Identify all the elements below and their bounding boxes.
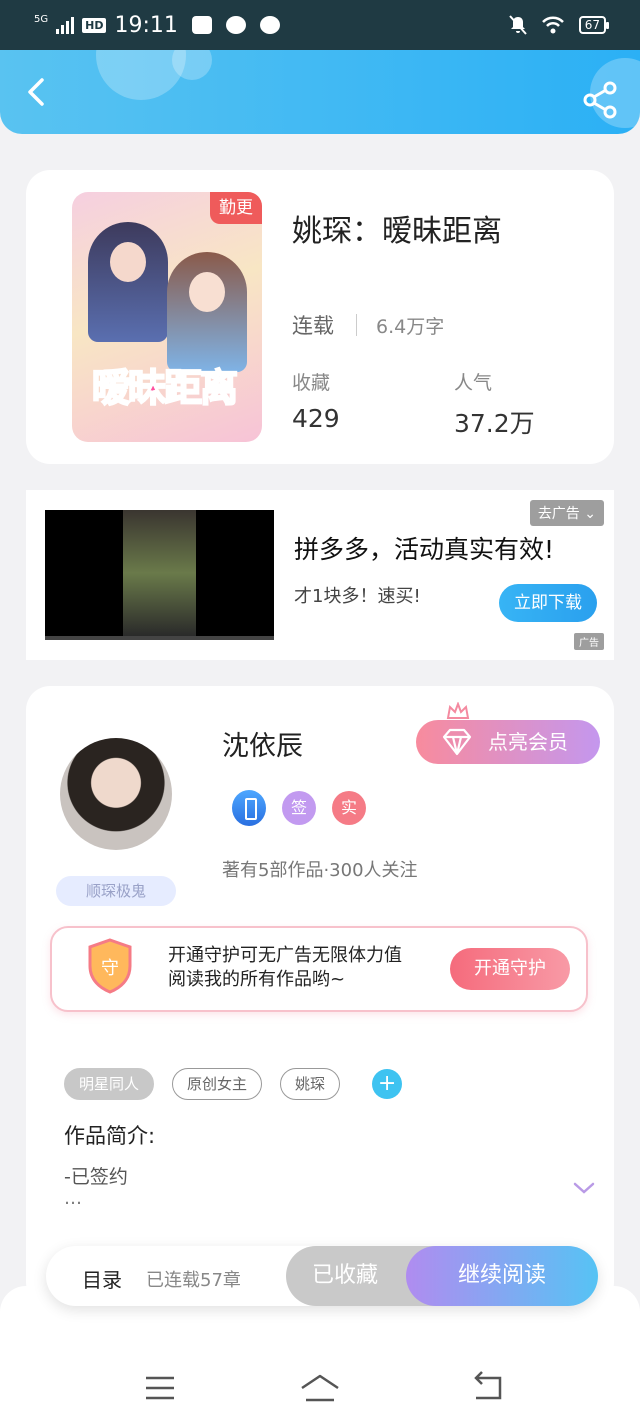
back-icon[interactable] bbox=[18, 72, 58, 112]
remove-ad-label: 去广告 bbox=[537, 506, 580, 522]
book-cover[interactable]: 暧昧距离 bbox=[72, 192, 262, 442]
crown-icon bbox=[446, 702, 470, 719]
ad-subtitle: 才1块多！速买! bbox=[294, 586, 421, 607]
vip-button[interactable]: 点亮会员 bbox=[416, 720, 600, 764]
diamond-icon bbox=[442, 728, 472, 756]
word-count: 6.4万字 bbox=[376, 316, 445, 338]
author-stats: 著有5部作品·300人关注 bbox=[222, 860, 418, 881]
signal-icon bbox=[56, 16, 75, 34]
tag-item[interactable]: 明星同人 bbox=[64, 1068, 155, 1100]
ad-mark: 广告 bbox=[574, 633, 604, 650]
home-icon[interactable] bbox=[298, 1368, 342, 1408]
guard-text-line1: 开通守护可无广告无限体力值 bbox=[168, 945, 402, 966]
clock: 19:11 bbox=[114, 12, 178, 38]
message-icon bbox=[225, 16, 246, 34]
add-tag-button[interactable]: + bbox=[372, 1069, 403, 1099]
favorites-value: 429 bbox=[292, 404, 340, 433]
tag-item[interactable]: 原创女主 bbox=[172, 1068, 263, 1100]
popularity-label: 人气 bbox=[454, 372, 493, 394]
divider bbox=[356, 314, 357, 336]
header-bar bbox=[0, 50, 640, 134]
cover-face bbox=[110, 242, 146, 282]
cover-figure-male bbox=[88, 222, 168, 342]
share-icon[interactable] bbox=[580, 80, 620, 120]
fan-badge: 顺琛极鬼 bbox=[56, 876, 176, 906]
action-bar: 目录 已连载57章 已收藏 继续阅读 bbox=[46, 1246, 598, 1306]
ad-download-button[interactable]: 立即下载 bbox=[499, 584, 597, 622]
status-bar: 5G HD 19:11 67 bbox=[0, 0, 640, 50]
mail-icon bbox=[191, 16, 212, 34]
ad-mark-label: 广告 bbox=[579, 638, 599, 649]
ad-banner[interactable]: 去广告 ⌄ 拼多多，活动真实有效! 才1块多！速买! 立即下载 广告 bbox=[26, 490, 614, 660]
tag-item[interactable]: 姚琛 bbox=[280, 1068, 341, 1100]
author-card: 顺琛极鬼 沈依辰 点亮会员 签 实 著有5部作品·300人关注 守 开通守护可无… bbox=[26, 686, 614, 1306]
chapter-count: 已连载57章 bbox=[146, 1270, 241, 1291]
book-title: 姚琛：暧昧距离 bbox=[292, 214, 502, 249]
hd-icon: HD bbox=[82, 17, 107, 33]
wifi-icon bbox=[541, 16, 564, 34]
system-nav-bar bbox=[0, 1360, 640, 1420]
ad-video-frame bbox=[123, 510, 196, 636]
book-info-card: 暧昧距离 勤更 姚琛：暧昧距离 连载 6.4万字 收藏 429 人气 37.2万 bbox=[26, 170, 614, 464]
phone-verified-icon bbox=[232, 790, 266, 826]
network-type: 5G bbox=[34, 13, 49, 25]
real-name-badge: 实 bbox=[332, 791, 366, 825]
update-badge: 勤更 bbox=[210, 192, 262, 224]
ad-video[interactable] bbox=[45, 510, 274, 640]
remove-ad-button[interactable]: 去广告 ⌄ bbox=[529, 500, 604, 526]
toc-button[interactable]: 目录 bbox=[82, 1264, 122, 1293]
back-nav-icon[interactable] bbox=[468, 1368, 508, 1408]
intro-ellipsis: … bbox=[64, 1188, 82, 1209]
author-badges: 签 实 bbox=[232, 790, 366, 826]
avatar[interactable] bbox=[60, 738, 172, 850]
guard-shield-label: 守 bbox=[101, 958, 119, 979]
guard-promo: 守 开通守护可无广告无限体力值 阅读我的所有作品哟~ 开通守护 bbox=[50, 926, 588, 1012]
guard-shield-icon: 守 bbox=[88, 938, 132, 994]
intro-text: -已签约 bbox=[64, 1166, 128, 1188]
intro-title: 作品简介: bbox=[64, 1124, 156, 1148]
book-status: 连载 bbox=[292, 314, 334, 338]
cover-title: 暧昧距离 bbox=[91, 365, 239, 411]
ad-video-progress bbox=[45, 636, 274, 640]
continue-reading-button[interactable]: 继续阅读 bbox=[406, 1246, 598, 1306]
popularity-value: 37.2万 bbox=[454, 409, 535, 438]
signed-badge: 签 bbox=[282, 791, 316, 825]
favorites-label: 收藏 bbox=[292, 372, 331, 394]
guard-text-line2: 阅读我的所有作品哟~ bbox=[168, 969, 346, 990]
open-guard-button[interactable]: 开通守护 bbox=[450, 948, 570, 990]
vip-label: 点亮会员 bbox=[488, 730, 568, 754]
guard-text: 开通守护可无广告无限体力值 阅读我的所有作品哟~ bbox=[168, 944, 402, 992]
chevron-down-icon[interactable] bbox=[572, 1180, 596, 1196]
ad-title: 拼多多，活动真实有效! bbox=[294, 535, 555, 564]
author-name[interactable]: 沈依辰 bbox=[222, 724, 303, 763]
battery-icon: 67 bbox=[578, 16, 610, 34]
cover-face bbox=[189, 272, 225, 312]
mute-icon bbox=[508, 15, 527, 35]
tag-list: 明星同人 原创女主 姚琛 + bbox=[64, 1068, 403, 1100]
menu-icon[interactable] bbox=[140, 1368, 180, 1408]
speed-icon bbox=[259, 16, 280, 34]
cover-figure-female bbox=[167, 252, 247, 372]
